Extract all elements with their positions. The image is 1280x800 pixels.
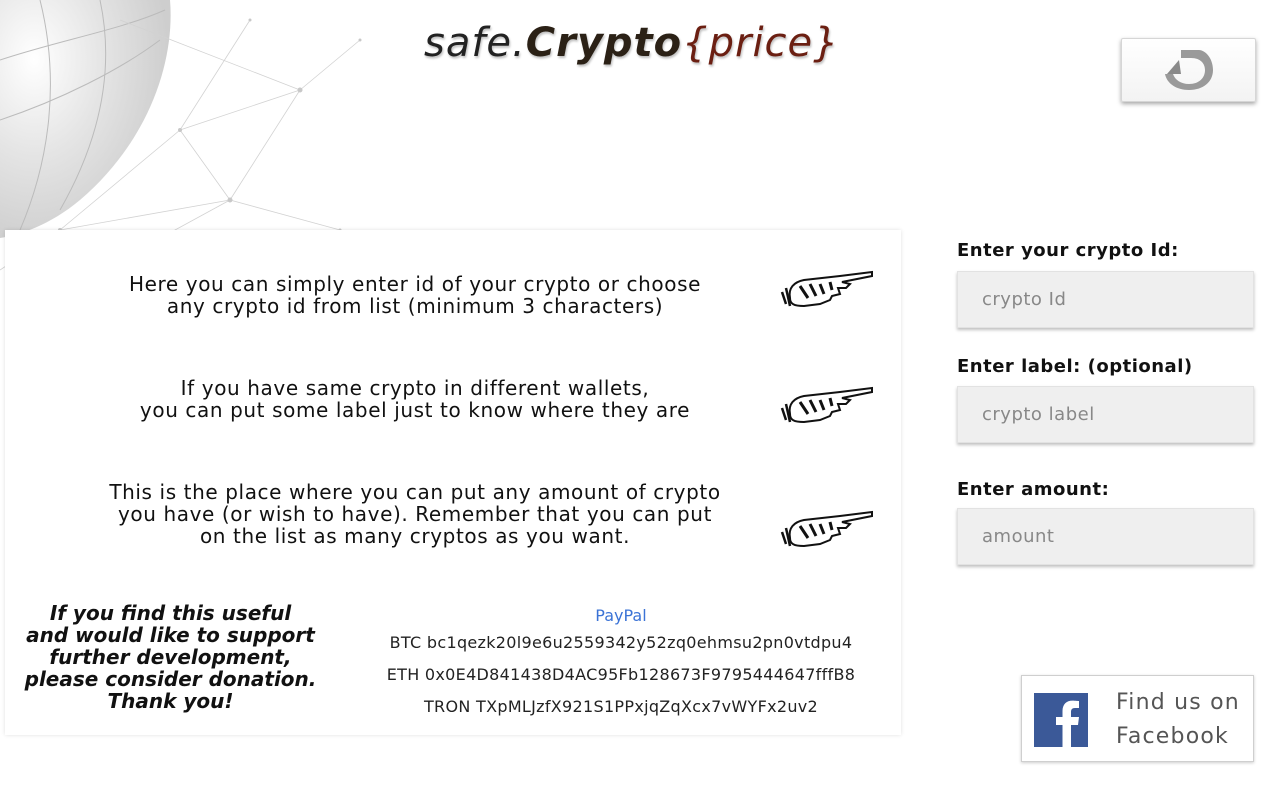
crypto-id-input[interactable] xyxy=(957,271,1254,328)
tip-crypto-id: Here you can simply enter id of your cry… xyxy=(65,273,765,317)
facebook-icon xyxy=(1034,693,1088,747)
facebook-text-line2: Facebook xyxy=(1116,724,1229,749)
eth-address: ETH 0x0E4D841438D4AC95Fb128673F979544464… xyxy=(386,665,856,684)
amount-label: Enter amount: xyxy=(957,479,1110,500)
tip-line: on the list as many cryptos as you want. xyxy=(199,524,631,548)
tip-line: If you have same crypto in different wal… xyxy=(180,376,650,400)
tron-address: TRON TXpMLJzfX921S1PPxjqZqXcx7vWYFx2uv2 xyxy=(423,697,819,716)
crypto-label-input[interactable] xyxy=(957,386,1254,443)
tip-line: you have (or wish to have). Remember tha… xyxy=(117,502,713,526)
donation-line: Thank you! xyxy=(107,689,234,713)
facebook-button[interactable]: Find us on Facebook xyxy=(1021,675,1254,762)
back-button[interactable] xyxy=(1121,38,1256,102)
donation-line: If you find this useful xyxy=(49,601,292,625)
tip-crypto-label: If you have same crypto in different wal… xyxy=(65,377,765,421)
logo-text-crypto: Crypto xyxy=(525,20,683,66)
logo-text-safe: safe. xyxy=(424,20,526,66)
crypto-id-label: Enter your crypto Id: xyxy=(957,240,1179,261)
facebook-text-line1: Find us on xyxy=(1116,690,1240,715)
tip-amount: This is the place where you can put any … xyxy=(45,481,785,547)
donation-line: please consider donation. xyxy=(24,667,317,691)
paypal-link[interactable]: PayPal xyxy=(350,605,892,627)
tip-line: any crypto id from list (minimum 3 chara… xyxy=(166,294,664,318)
pointing-hand-icon xyxy=(780,270,873,308)
pointing-hand-icon xyxy=(780,386,873,424)
donation-line: further development, xyxy=(49,645,292,669)
app-logo: safe.Crypto{price} xyxy=(424,20,840,80)
tip-line: This is the place where you can put any … xyxy=(109,480,721,504)
btc-address: BTC bc1qezk20l9e6u2559342y52zq0ehmsu2pn0… xyxy=(389,633,853,652)
info-panel: Here you can simply enter id of your cry… xyxy=(5,230,901,735)
tip-line: you can put some label just to know wher… xyxy=(139,398,691,422)
amount-input[interactable] xyxy=(957,508,1254,565)
donation-message: If you find this useful and would like t… xyxy=(13,602,328,712)
donation-line: and would like to support xyxy=(26,623,315,647)
undo-arrow-icon xyxy=(1164,50,1213,90)
facebook-text: Find us on Facebook xyxy=(1116,686,1251,754)
crypto-label-label: Enter label: (optional) xyxy=(957,356,1193,377)
logo-text-price: {price} xyxy=(682,20,840,66)
pointing-hand-icon xyxy=(780,510,873,548)
tip-line: Here you can simply enter id of your cry… xyxy=(128,272,702,296)
donation-wallets: PayPal BTC bc1qezk20l9e6u2559342y52zq0eh… xyxy=(350,605,892,723)
